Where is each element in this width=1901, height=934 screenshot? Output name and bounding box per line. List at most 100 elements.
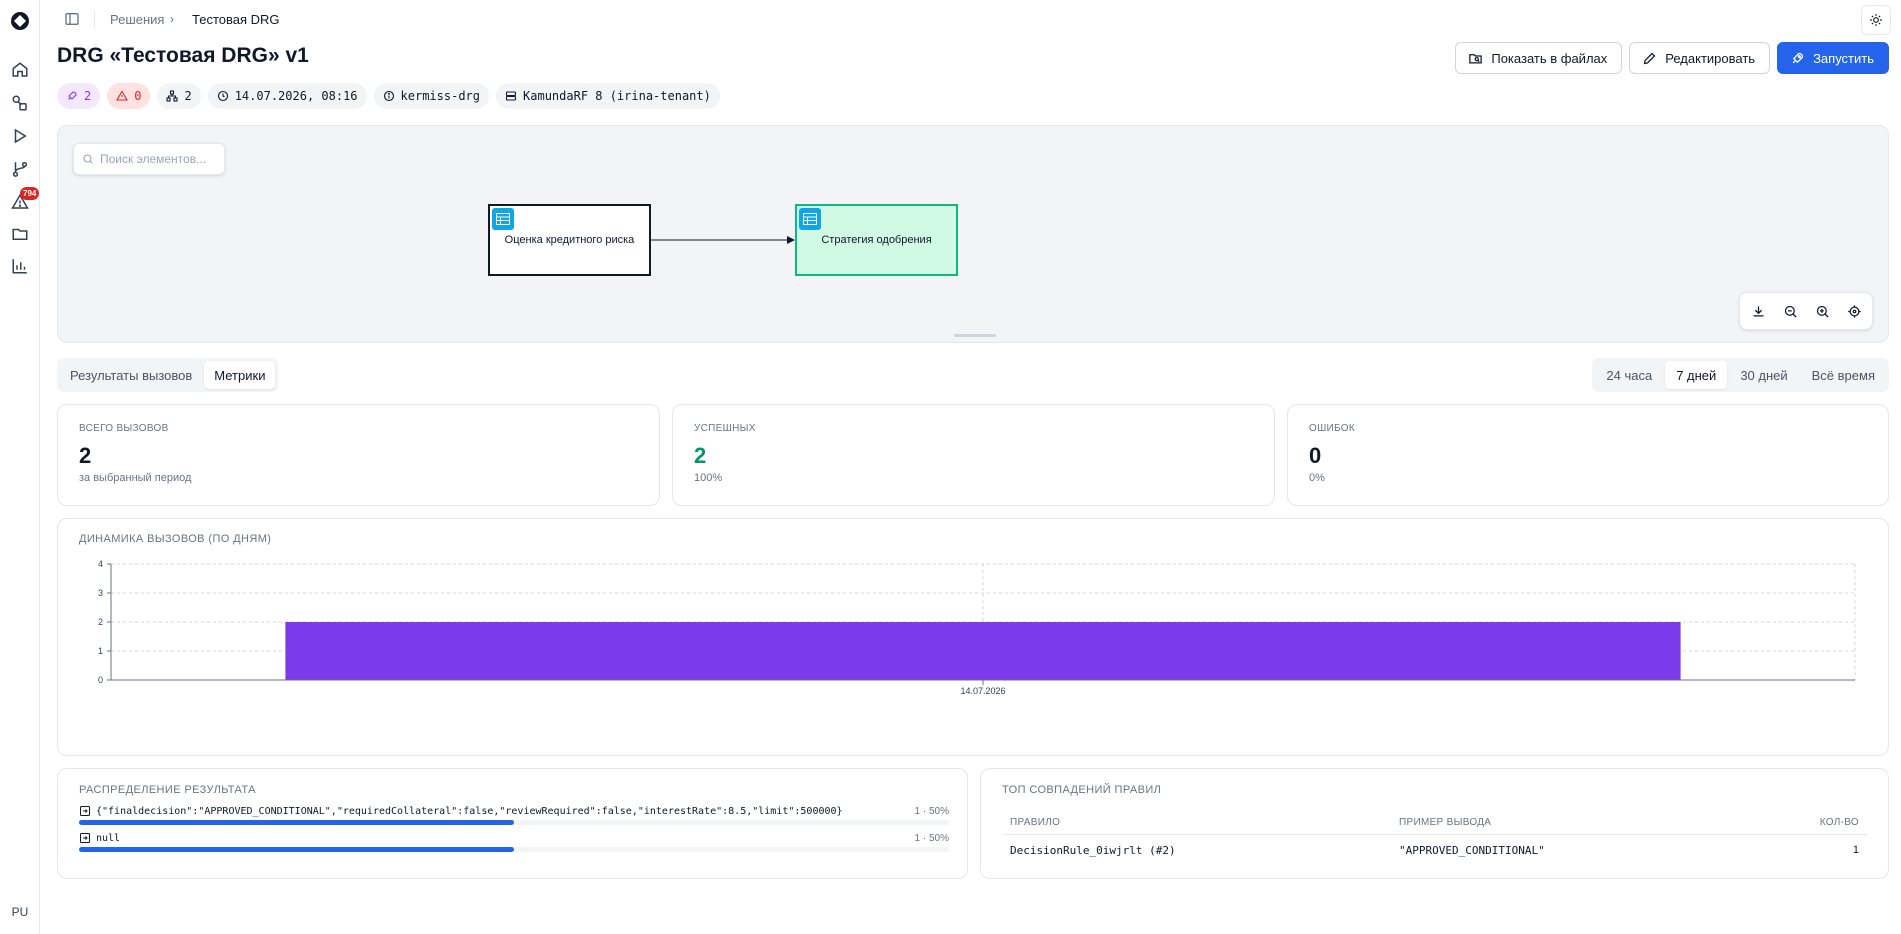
zoom-in-icon [1816, 305, 1829, 318]
download-button[interactable] [1743, 296, 1773, 326]
distribution-row: null 1 · 50% [79, 832, 949, 852]
decision-node-credit-risk[interactable]: Оценка кредитного риска [488, 204, 651, 276]
stat-sub: за выбранный период [79, 472, 192, 484]
tab-metrics[interactable]: Метрики [204, 361, 276, 389]
stat-value: 0 [1309, 443, 1322, 468]
resize-handle[interactable] [954, 334, 996, 337]
top-rules-card: Топ совпадений правил Правило Пример выв… [980, 768, 1889, 879]
folder-icon[interactable] [10, 224, 30, 244]
run-label: Запустить [1813, 50, 1874, 66]
distribution-bar [79, 847, 949, 852]
decision-node-approval-strategy[interactable]: Стратегия одобрения [795, 204, 958, 276]
home-icon[interactable] [10, 60, 30, 80]
period-24h[interactable]: 24 часа [1595, 361, 1663, 389]
git-branch-icon[interactable] [10, 159, 30, 179]
bar-chart-icon[interactable] [10, 256, 30, 276]
alerts-count-badge: 794 [20, 187, 40, 200]
meta-chips: 2 0 2 14.07.2026, 08:16 kermiss-drg Kamu… [57, 83, 720, 109]
zoom-in-button[interactable] [1807, 296, 1837, 326]
play-icon[interactable] [10, 126, 30, 146]
rocket-icon [68, 91, 77, 100]
download-icon [1753, 306, 1763, 316]
stat-label: Всего вызовов [79, 423, 169, 434]
app-logo-icon[interactable] [10, 11, 30, 31]
column-header-rule: Правило [1010, 817, 1061, 828]
output-icon [80, 833, 90, 843]
stat-sub: 100% [694, 472, 723, 484]
info-icon [383, 90, 394, 102]
stat-sub: 0% [1309, 472, 1325, 484]
show-in-files-label: Показать в файлах [1491, 50, 1608, 66]
clock-icon [217, 90, 228, 102]
stat-card-errors: Ошибок 0 0% [1287, 404, 1889, 506]
breadcrumb-parent-link[interactable]: Решения [110, 12, 164, 27]
decision-table-icon [799, 208, 821, 230]
distribution-value: null [96, 832, 121, 844]
folder-search-icon [1469, 53, 1483, 63]
distribution-bar-fill [79, 847, 514, 852]
period-selector: 24 часа 7 дней 30 дней Всё время [1592, 358, 1889, 392]
distribution-title: Распределение результата [79, 784, 256, 796]
engine-chip: KamundaRF 8 (irina-tenant) [496, 83, 720, 109]
diagram-toolbar [1739, 292, 1873, 330]
stat-card-success: Успешных 2 100% [672, 404, 1275, 506]
stat-card-total: Всего вызовов 2 за выбранный период [57, 404, 660, 506]
zoom-out-button[interactable] [1775, 296, 1805, 326]
server-icon [505, 91, 517, 101]
output-icon [80, 806, 90, 816]
distribution-bar-fill [79, 820, 514, 825]
edit-button[interactable]: Редактировать [1629, 42, 1771, 74]
column-header-count: Кол-во [1819, 817, 1859, 828]
sun-icon [1870, 14, 1882, 26]
column-header-example: Пример вывода [1399, 817, 1492, 828]
network-icon [166, 90, 179, 102]
distribution-count: 1 · 50% [914, 805, 949, 817]
fit-view-button[interactable] [1839, 296, 1869, 326]
shapes-icon[interactable] [10, 93, 30, 113]
bar [285, 622, 1681, 680]
nodes-chip: 2 [157, 83, 201, 109]
calls-bar-chart: 0 1 2 3 4 14.07.2026 [98, 559, 1856, 696]
engine-value: KamundaRF 8 (irina-tenant) [523, 89, 711, 103]
period-all[interactable]: Всё время [1801, 361, 1886, 389]
breadcrumb-current: Тестовая DRG [192, 12, 280, 27]
datetime-chip: 14.07.2026, 08:16 [207, 83, 367, 109]
header-actions: Показать в файлах Редактировать Запустит… [1455, 42, 1889, 74]
decision-table-icon [492, 208, 514, 230]
y-tick-label: 4 [98, 559, 103, 569]
sidebar: 794 PU [0, 0, 40, 934]
distribution-bar [79, 820, 949, 825]
user-avatar[interactable]: PU [6, 900, 34, 924]
errors-chip: 0 [107, 83, 151, 109]
x-tick-label: 14.07.2026 [960, 686, 1005, 696]
distribution-count: 1 · 50% [914, 832, 949, 844]
distribution-card: Распределение результата {"finaldecision… [57, 768, 968, 879]
alert-triangle-icon [116, 90, 129, 101]
view-tabs: Результаты вызовов Метрики [57, 358, 279, 392]
calls-chart-card: Динамика вызовов (по дням) 0 1 2 3 4 14.07.20… [57, 518, 1889, 756]
rocket-icon [1792, 52, 1804, 63]
sidebar-toggle-icon[interactable] [64, 11, 80, 27]
stat-value: 2 [79, 443, 92, 468]
divider [1002, 834, 1867, 835]
diagram-canvas[interactable]: Оценка кредитного риска Стратегия одобре… [57, 125, 1889, 343]
id-value: kermiss-drg [400, 89, 481, 103]
period-7d[interactable]: 7 дней [1665, 361, 1728, 389]
top-rules-title: Топ совпадений правил [1002, 784, 1162, 796]
pencil-icon [1643, 52, 1656, 64]
theme-toggle-button[interactable] [1861, 5, 1891, 35]
datetime-value: 14.07.2026, 08:16 [234, 89, 358, 103]
tab-results[interactable]: Результаты вызовов [60, 361, 202, 389]
show-in-files-button[interactable]: Показать в файлах [1455, 42, 1623, 74]
chart-title: Динамика вызовов (по дням) [79, 533, 272, 545]
id-chip: kermiss-drg [373, 83, 490, 109]
stat-label: Успешных [694, 423, 756, 434]
stat-label: Ошибок [1309, 423, 1355, 434]
y-tick-label: 3 [98, 588, 103, 598]
rule-example-output: "APPROVED_CONDITIONAL" [1399, 844, 1545, 857]
deploys-count: 2 [84, 89, 92, 103]
errors-count: 0 [134, 89, 142, 103]
y-tick-label: 2 [98, 617, 103, 627]
period-30d[interactable]: 30 дней [1729, 361, 1798, 389]
run-button[interactable]: Запустить [1777, 42, 1889, 74]
